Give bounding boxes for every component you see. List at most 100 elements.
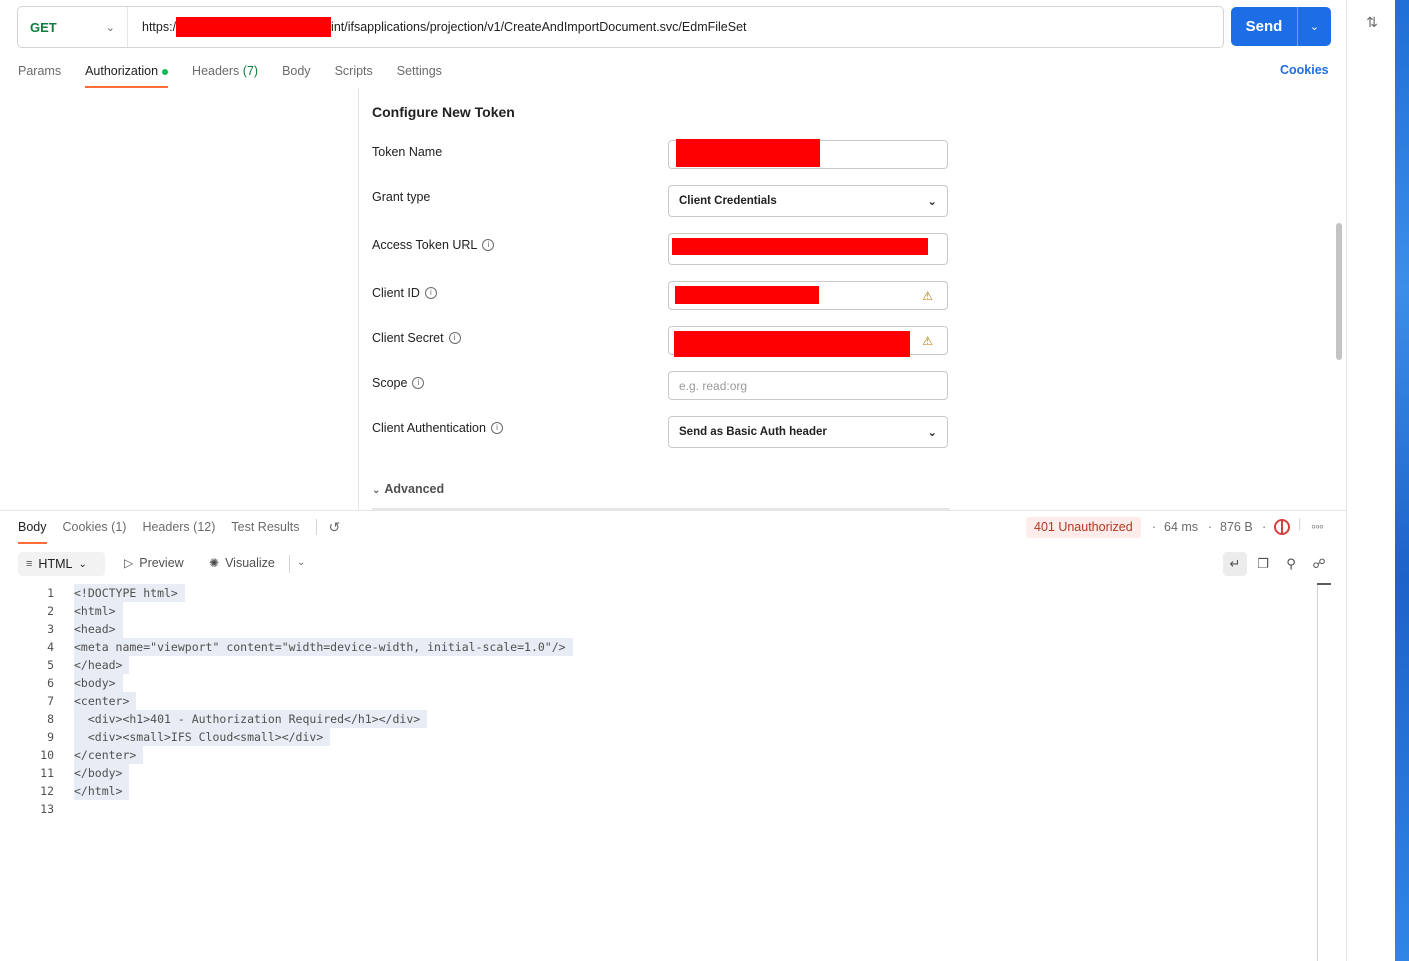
code-line: 1 <!DOCTYPE html> <box>0 584 1316 602</box>
cookies-link[interactable]: Cookies <box>1280 63 1329 77</box>
redaction-box <box>672 238 928 255</box>
tab-label: Params <box>18 64 62 78</box>
scope-placeholder: e.g. read:org <box>679 378 748 393</box>
line-number: 1 <box>47 586 54 600</box>
tab-label: Body <box>18 520 47 534</box>
client-secret-field[interactable]: ⚠ <box>668 326 948 357</box>
tab-count: (1) <box>111 520 127 534</box>
tab-body[interactable]: Body <box>282 60 311 88</box>
chevron-down-icon[interactable]: ⌄ <box>297 557 305 568</box>
right-sidebar <box>1346 0 1395 961</box>
access-token-url-label: Access Token URL i <box>372 238 495 252</box>
code-text: <meta name="viewport" content="width=dev… <box>74 638 573 656</box>
line-number: 8 <box>47 712 54 726</box>
status-badge[interactable]: 401 Unauthorized <box>1026 517 1141 538</box>
info-icon[interactable]: i <box>424 287 437 299</box>
code-scrollbar-track[interactable] <box>1317 583 1318 961</box>
globe-icon[interactable] <box>1274 519 1290 535</box>
code-text: </html> <box>74 782 130 800</box>
method-select[interactable]: GET ⌄ <box>18 7 128 47</box>
section-title: Configure New Token <box>372 104 515 120</box>
send-button[interactable]: Send ⌄ <box>1231 7 1331 46</box>
redaction-box <box>676 139 820 167</box>
history-icon[interactable]: ↺ <box>329 516 341 538</box>
tab-authorization[interactable]: Authorization <box>85 60 169 88</box>
url-prefix: https:/ <box>142 20 177 34</box>
info-icon[interactable]: i <box>448 332 461 344</box>
grant-type-value: Client Credentials <box>679 195 777 207</box>
code-text: <body> <box>74 674 123 692</box>
response-time[interactable]: 64 ms <box>1164 520 1198 534</box>
tab-response-headers[interactable]: Headers (12) <box>142 516 215 544</box>
separator-dot: · <box>1152 520 1157 534</box>
code-line: 13 <box>0 800 1316 818</box>
tab-headers[interactable]: Headers (7) <box>192 60 258 88</box>
url-input[interactable]: https:/ int/ifsapplications/projection/v… <box>128 17 747 37</box>
code-text: <!DOCTYPE html> <box>74 584 185 602</box>
line-number: 6 <box>47 676 54 690</box>
code-line: 2 <html> <box>0 602 1316 620</box>
visualize-button[interactable]: ✺ Visualize <box>209 556 275 570</box>
tab-response-cookies[interactable]: Cookies (1) <box>63 516 127 544</box>
code-text: <head> <box>74 620 123 638</box>
info-icon[interactable]: i <box>490 422 503 434</box>
client-auth-label: Client Authentication i <box>372 421 503 435</box>
line-number: 2 <box>47 604 54 618</box>
tab-params[interactable]: Params <box>18 60 61 88</box>
tab-label: Scripts <box>334 64 373 78</box>
tab-response-body[interactable]: Body <box>18 516 47 544</box>
copy-icon[interactable]: ❐ <box>1251 552 1275 576</box>
desktop-background <box>1395 0 1409 961</box>
label-text: Client Authentication <box>372 421 486 435</box>
preview-button[interactable]: ▷ Preview <box>124 556 184 570</box>
grant-type-select[interactable]: Client Credentials ⌄ <box>668 185 948 217</box>
url-bar[interactable]: GET ⌄ https:/ int/ifsapplications/projec… <box>17 6 1224 48</box>
token-name-field[interactable] <box>668 139 948 169</box>
client-id-field[interactable]: ⚠ <box>668 281 948 310</box>
tab-count: (12) <box>193 520 216 534</box>
scope-field[interactable]: e.g. read:org <box>668 371 948 400</box>
code-scrollbar-thumb[interactable] <box>1317 583 1331 585</box>
tab-test-results[interactable]: Test Results <box>231 516 299 544</box>
link-icon[interactable]: ☍ <box>1307 552 1331 576</box>
divider <box>289 555 290 573</box>
label-text: Access Token URL <box>372 238 478 252</box>
more-options-icon[interactable]: ◦◦◦ <box>1311 518 1324 534</box>
wrap-lines-icon[interactable]: ↵ <box>1223 552 1247 576</box>
visualize-icon: ✺ <box>209 556 220 570</box>
client-auth-select[interactable]: Send as Basic Auth header ⌄ <box>668 416 948 448</box>
chevron-down-icon: ⌄ <box>927 196 937 208</box>
search-icon[interactable]: ⚲ <box>1279 552 1303 576</box>
pane-divider[interactable] <box>0 510 1346 511</box>
collapse-icon[interactable]: ⇅ <box>1364 14 1380 30</box>
divider <box>315 519 317 535</box>
info-icon[interactable]: i <box>412 377 425 389</box>
tab-label: Authorization <box>85 64 159 78</box>
grant-type-label: Grant type <box>372 190 430 204</box>
client-auth-value: Send as Basic Auth header <box>679 426 827 438</box>
request-tabs: Params Authorization Headers (7) Body Sc… <box>18 60 466 88</box>
code-text: <html> <box>74 602 123 620</box>
chevron-down-icon: ⌄ <box>927 427 937 439</box>
tab-settings[interactable]: Settings <box>397 60 442 88</box>
scrollbar-thumb[interactable] <box>1336 223 1342 360</box>
tab-label: Headers <box>142 520 190 534</box>
advanced-toggle[interactable]: ⌄ Advanced <box>372 482 444 496</box>
code-icon: ≡ <box>26 558 33 570</box>
label-text: Client Secret <box>372 331 444 345</box>
access-token-url-field[interactable] <box>668 233 948 265</box>
visualize-label: Visualize <box>225 556 275 570</box>
format-select[interactable]: ≡ HTML ⌄ <box>18 552 105 576</box>
info-icon[interactable]: i <box>482 239 495 251</box>
code-line: 10 </center> <box>0 746 1316 764</box>
send-options-chevron-icon[interactable]: ⌄ <box>1298 20 1331 33</box>
response-code-editor[interactable]: 1 <!DOCTYPE html> 2 <html> 3 <head> 4 <meta … <box>0 584 1316 818</box>
method-label: GET <box>30 19 57 35</box>
code-line: 4 <meta name="viewport" content="width=de… <box>0 638 1316 656</box>
redaction-box <box>675 286 819 304</box>
format-value: HTML <box>38 557 73 571</box>
code-line: 11 </body> <box>0 764 1316 782</box>
tab-scripts[interactable]: Scripts <box>335 60 373 88</box>
code-line: 5 </head> <box>0 656 1316 674</box>
response-size[interactable]: 876 B <box>1220 520 1253 534</box>
